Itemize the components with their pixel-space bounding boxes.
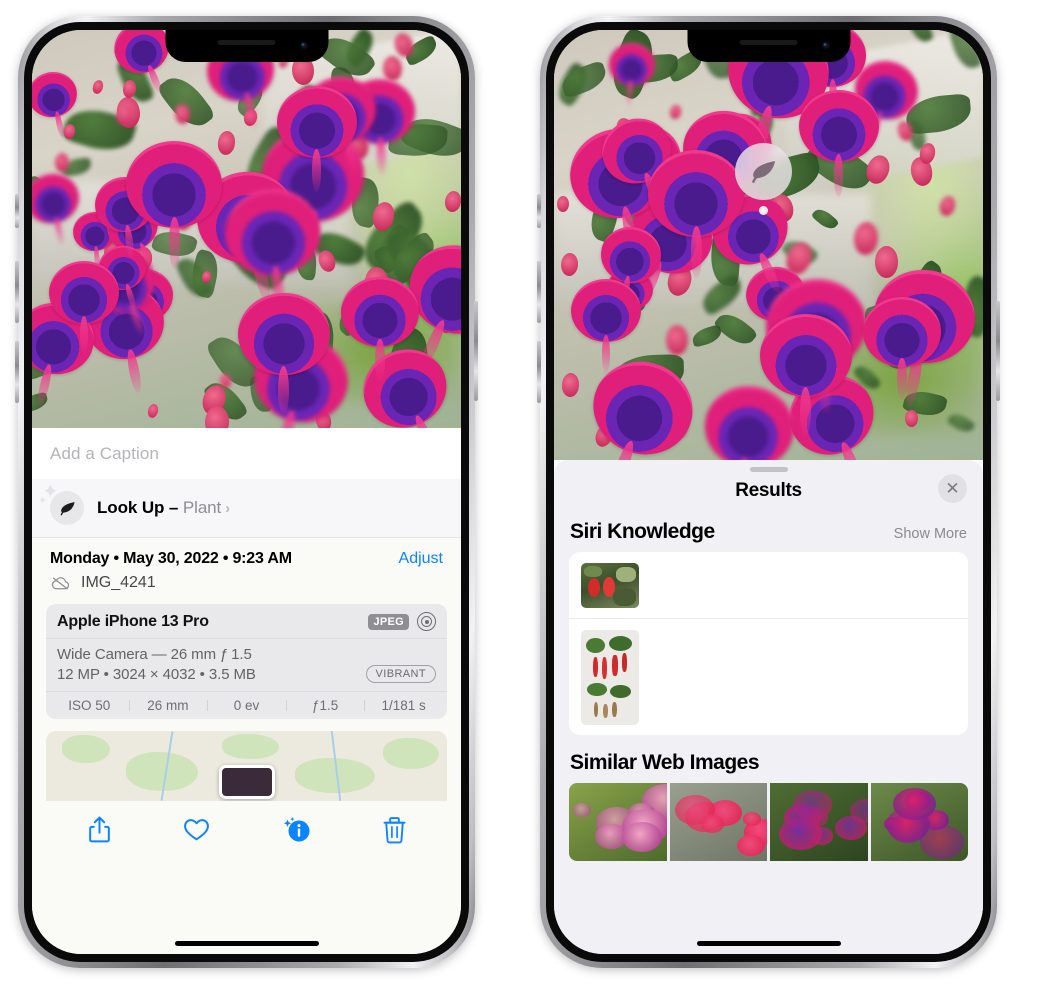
photo-viewer[interactable] [554, 30, 983, 460]
volume-down-button[interactable] [537, 341, 541, 403]
iphone-left: Add a Caption ✦ ✦ Look Up – Plant › Mond… [18, 16, 475, 968]
similar-image-thumbnail[interactable] [770, 783, 868, 861]
look-up-title: Look Up – [97, 498, 183, 517]
format-badge: JPEG [368, 614, 409, 630]
results-header: Results ✕ [554, 472, 983, 514]
look-up-subject: Plant [183, 498, 221, 517]
siri-knowledge-header: Siri Knowledge Show More [554, 514, 983, 552]
device-bezel: Results ✕ Siri Knowledge Show More Simil… [546, 22, 991, 962]
exif-cell: 0 ev [207, 698, 286, 713]
cloud-slash-icon [50, 575, 72, 591]
photo-date: Monday • May 30, 2022 • 9:23 AM [50, 550, 292, 568]
favorite-button[interactable] [183, 817, 210, 847]
leaf-icon [748, 156, 779, 187]
show-more-button[interactable]: Show More [894, 526, 967, 542]
caption-input[interactable]: Add a Caption [32, 428, 461, 479]
exif-row: ISO 50 26 mm 0 ev ƒ1.5 1/181 s [46, 691, 447, 719]
similar-image-thumbnail[interactable] [569, 783, 667, 861]
close-icon[interactable]: ✕ [938, 474, 967, 503]
earpiece-speaker [740, 40, 798, 45]
volume-down-button[interactable] [15, 341, 19, 403]
photographic-style-badge: VIBRANT [366, 665, 436, 683]
visual-lookup-badge[interactable] [735, 143, 792, 215]
photo-info-sheet: Add a Caption ✦ ✦ Look Up – Plant › Mond… [32, 428, 461, 954]
similar-image-thumbnail[interactable] [871, 783, 969, 861]
exif-cell: 1/181 s [364, 698, 443, 713]
image-specs: 12 MP • 3024 × 4032 • 3.5 MB [57, 666, 256, 683]
iphone-right: Results ✕ Siri Knowledge Show More Simil… [540, 16, 997, 968]
sparkle-small-icon: ✦ [38, 496, 47, 507]
knowledge-text [651, 630, 956, 635]
aperture-icon [417, 612, 436, 631]
exif-cell: ƒ1.5 [286, 698, 365, 713]
front-camera-icon [299, 41, 308, 50]
photo-date-row: Monday • May 30, 2022 • 9:23 AM Adjust [32, 538, 461, 572]
camera-info-card[interactable]: Apple iPhone 13 Pro JPEG Wide Camera — 2… [46, 604, 447, 719]
similar-web-images-title: Similar Web Images [570, 751, 759, 775]
exif-cell: 26 mm [129, 698, 208, 713]
camera-card-body: Wide Camera — 26 mm ƒ 1.5 12 MP • 3024 ×… [46, 639, 447, 691]
knowledge-row[interactable] [569, 552, 968, 618]
map-photo-pin[interactable] [219, 765, 275, 799]
power-button[interactable] [474, 301, 478, 401]
power-button[interactable] [996, 301, 1000, 401]
volume-up-button[interactable] [15, 261, 19, 323]
look-up-label: Look Up – Plant › [97, 498, 230, 518]
leaf-icon: ✦ ✦ [50, 491, 84, 525]
spec-row: 12 MP • 3024 × 4032 • 3.5 MB VIBRANT [57, 665, 436, 683]
exif-cell: ISO 50 [50, 698, 129, 713]
look-up-row[interactable]: ✦ ✦ Look Up – Plant › [32, 479, 461, 538]
file-name: IMG_4241 [81, 574, 156, 592]
knowledge-thumbnail [581, 563, 639, 608]
adjust-button[interactable]: Adjust [399, 550, 443, 568]
notch [687, 30, 850, 62]
volume-up-button[interactable] [537, 261, 541, 323]
screen-right: Results ✕ Siri Knowledge Show More Simil… [554, 30, 983, 954]
knowledge-thumbnail [581, 630, 639, 725]
photo-toolbar [32, 801, 461, 859]
knowledge-row[interactable] [569, 618, 968, 735]
front-camera-icon [821, 41, 830, 50]
knowledge-text [651, 563, 956, 568]
results-sheet: Results ✕ Siri Knowledge Show More Simil… [554, 460, 983, 954]
file-row: IMG_4241 [32, 572, 461, 604]
info-button[interactable] [280, 816, 312, 849]
earpiece-speaker [218, 40, 276, 45]
screenshot-stage: Add a Caption ✦ ✦ Look Up – Plant › Mond… [0, 0, 1055, 985]
results-title: Results [735, 480, 802, 502]
visual-lookup-dot [759, 206, 768, 215]
share-button[interactable] [87, 815, 112, 849]
device-bezel: Add a Caption ✦ ✦ Look Up – Plant › Mond… [24, 22, 469, 962]
home-indicator[interactable] [175, 941, 319, 946]
camera-device-name: Apple iPhone 13 Pro [57, 613, 209, 631]
photo-location-map[interactable] [46, 731, 447, 801]
silent-switch[interactable] [15, 194, 19, 228]
home-indicator[interactable] [697, 941, 841, 946]
similar-image-thumbnail[interactable] [670, 783, 768, 861]
chevron-right-icon: › [225, 500, 230, 517]
similar-web-images-strip [569, 783, 968, 861]
camera-card-header: Apple iPhone 13 Pro JPEG [46, 604, 447, 639]
siri-knowledge-card [569, 552, 968, 735]
siri-knowledge-title: Siri Knowledge [570, 520, 715, 544]
silent-switch[interactable] [537, 194, 541, 228]
screen-left: Add a Caption ✦ ✦ Look Up – Plant › Mond… [32, 30, 461, 954]
similar-web-images-header: Similar Web Images [554, 735, 983, 783]
notch [165, 30, 328, 62]
camera-badges: JPEG [368, 612, 436, 631]
photo-viewer[interactable] [32, 30, 461, 428]
delete-button[interactable] [383, 816, 406, 849]
lens-info: Wide Camera — 26 mm ƒ 1.5 [57, 646, 436, 663]
